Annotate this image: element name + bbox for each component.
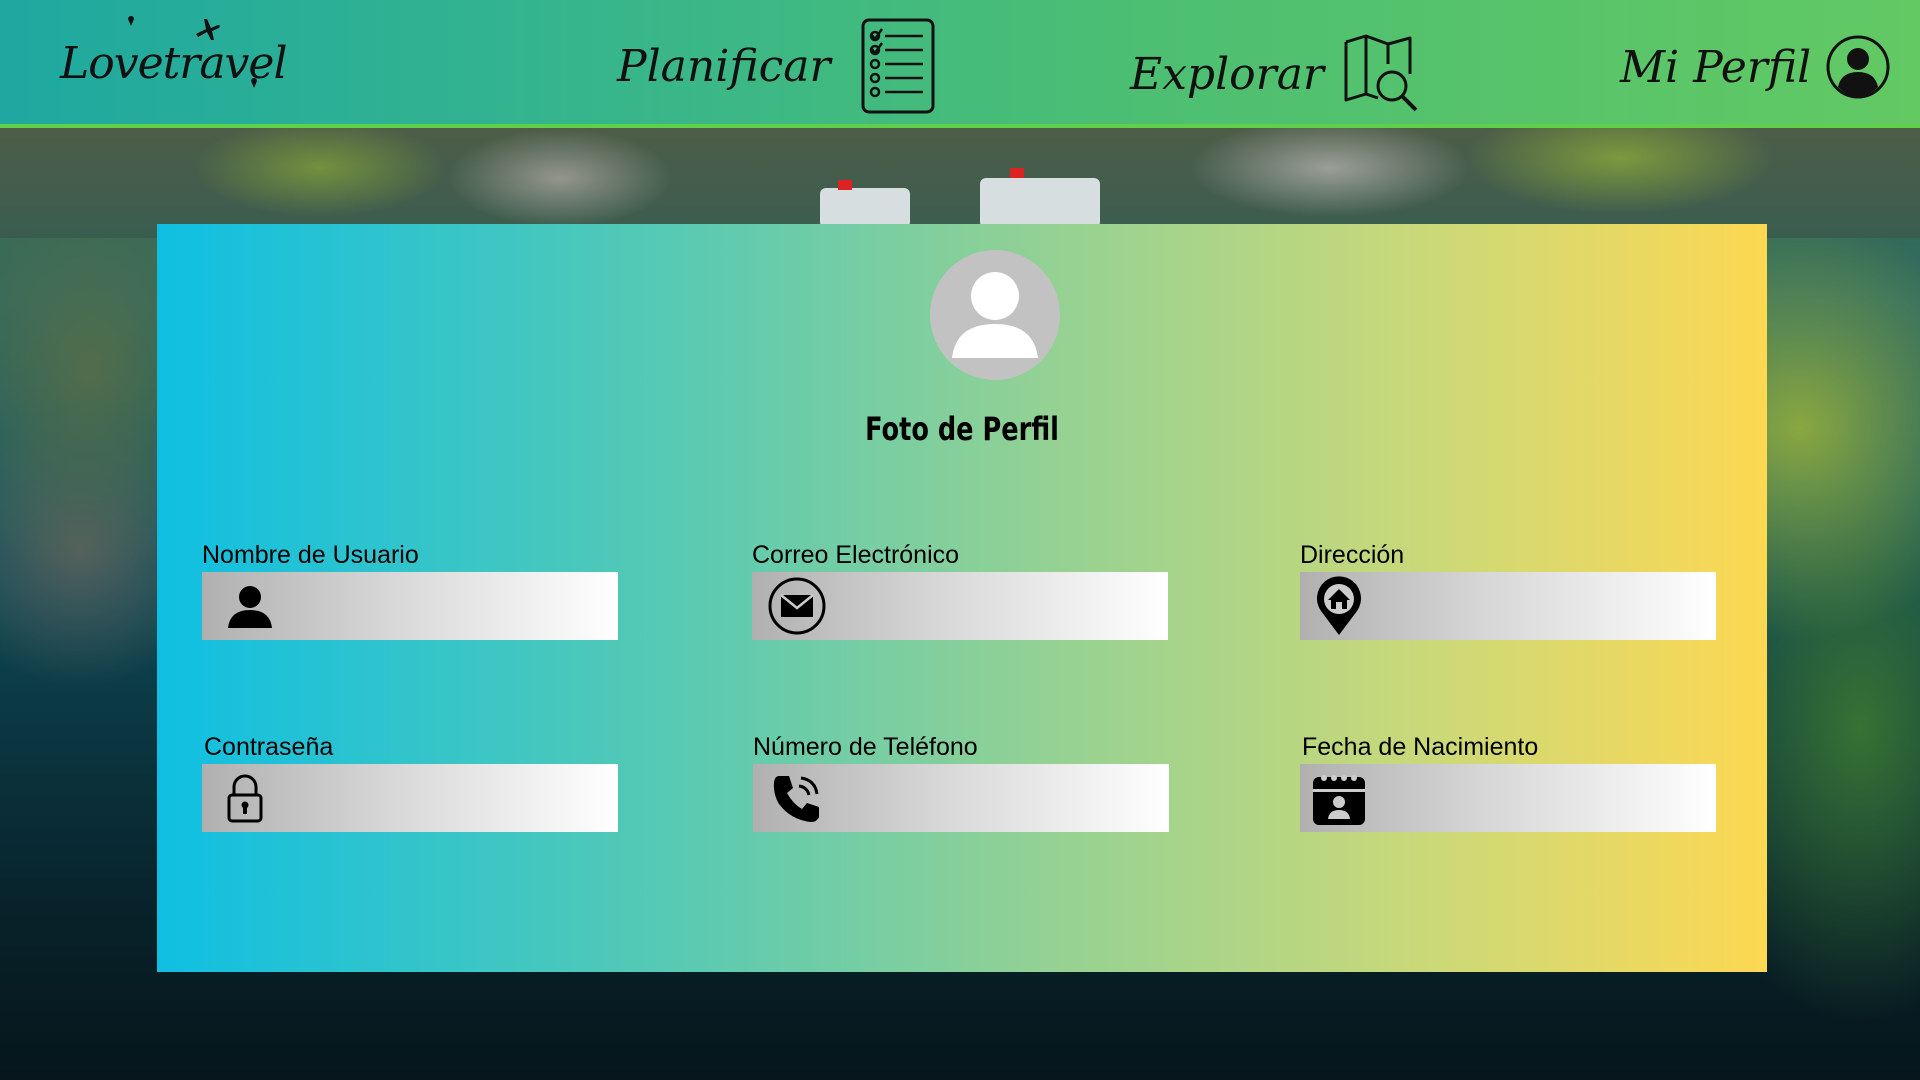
username-field[interactable] — [286, 572, 610, 642]
profile-card: Foto de Perfil Nombre de Usuario Correo … — [157, 224, 1767, 972]
field-username-label: Nombre de Usuario — [202, 541, 419, 569]
email-input[interactable] — [752, 572, 1168, 642]
map-pin-icon — [251, 78, 257, 88]
user-icon — [226, 572, 274, 640]
logo[interactable]: Lovetravel — [0, 0, 288, 124]
password-input[interactable] — [202, 764, 618, 834]
checklist-icon — [861, 18, 935, 114]
background-boat — [980, 178, 1100, 228]
field-address-label: Dirección — [1300, 541, 1405, 569]
field-email-label: Correo Electrónico — [752, 541, 960, 569]
background-flag — [838, 180, 852, 190]
nav-explorar[interactable]: Explorar — [1130, 34, 1420, 114]
background-flag — [1010, 168, 1024, 178]
birthdate-input[interactable] — [1300, 764, 1716, 834]
address-input[interactable] — [1300, 572, 1716, 642]
nav-planificar-label: Planificar — [617, 40, 831, 92]
calendar-user-icon — [1310, 764, 1368, 832]
field-address: Dirección — [1300, 538, 1716, 642]
field-username: Nombre de Usuario — [202, 538, 618, 642]
lock-icon — [226, 764, 264, 832]
address-field[interactable] — [1384, 572, 1708, 642]
field-email: Correo Electrónico — [752, 538, 1168, 642]
email-field[interactable] — [836, 572, 1160, 642]
nav-mi-perfil-label: Mi Perfil — [1620, 41, 1812, 93]
field-phone-label: Número de Teléfono — [753, 733, 978, 761]
map-pin-icon — [128, 16, 134, 26]
envelope-icon — [768, 572, 826, 640]
nav-explorar-label: Explorar — [1130, 48, 1324, 100]
username-input[interactable] — [202, 572, 618, 642]
airplane-icon — [196, 19, 220, 40]
field-password-label: Contraseña — [204, 733, 334, 761]
password-field[interactable] — [286, 764, 610, 834]
top-navbar: Lovetravel Planificar Explorar Mi Perfil — [0, 0, 1920, 128]
home-pin-icon — [1314, 572, 1364, 640]
photo-title: Foto de Perfil — [865, 410, 1059, 448]
phone-field[interactable] — [837, 764, 1161, 834]
background-boat — [820, 188, 910, 228]
field-password: Contraseña — [202, 730, 618, 834]
phone-input[interactable] — [753, 764, 1169, 834]
avatar-placeholder-icon — [952, 272, 1038, 358]
profile-photo[interactable] — [930, 250, 1060, 380]
map-search-icon — [1344, 34, 1418, 112]
nav-planificar[interactable]: Planificar — [617, 18, 935, 114]
field-phone: Número de Teléfono — [753, 730, 1169, 834]
nav-mi-perfil[interactable]: Mi Perfil — [1620, 34, 1891, 100]
field-birthdate-label: Fecha de Nacimiento — [1302, 733, 1539, 761]
phone-icon — [771, 764, 823, 832]
birthdate-field[interactable] — [1384, 764, 1708, 834]
field-birthdate: Fecha de Nacimiento — [1300, 730, 1716, 834]
user-circle-icon — [1826, 35, 1890, 99]
background-rocks — [0, 128, 1920, 238]
